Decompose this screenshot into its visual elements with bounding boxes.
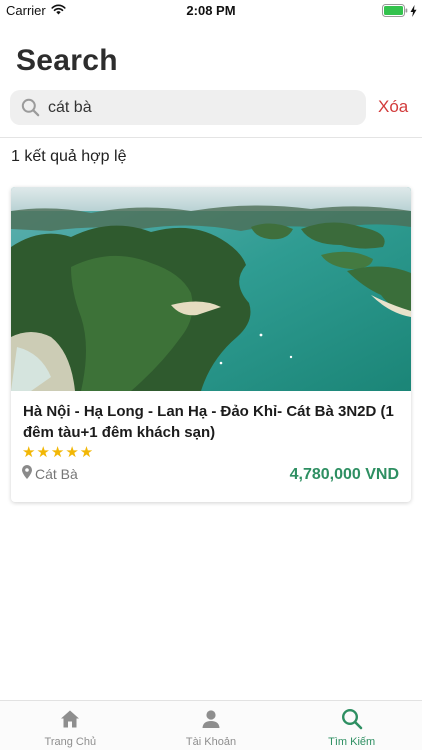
page-title: Search — [16, 44, 118, 77]
home-icon — [59, 708, 81, 730]
tab-home[interactable]: Trang Chủ — [0, 701, 141, 750]
wifi-icon — [51, 3, 66, 18]
search-icon — [20, 98, 40, 118]
tour-title[interactable]: Hà Nội - Hạ Long - Lan Hạ - Đảo Khỉ- Cát… — [23, 401, 403, 443]
tour-card[interactable]: Hà Nội - Hạ Long - Lan Hạ - Đảo Khỉ- Cát… — [11, 187, 411, 502]
carrier-info: Carrier — [6, 3, 66, 18]
tab-account-label: Tài Khoản — [185, 736, 237, 748]
result-count: 1 kết quả hợp lệ — [11, 148, 127, 165]
clear-button[interactable]: Xóa — [378, 97, 408, 117]
tour-location: Cát Bà — [22, 465, 78, 482]
tour-price: 4,780,000 VND — [289, 466, 399, 483]
carrier-label: Carrier — [6, 3, 46, 18]
location-label: Cát Bà — [35, 465, 78, 482]
tab-bar: Trang Chủ Tài Khoản Tìm Kiếm — [0, 700, 422, 750]
location-pin-icon — [22, 465, 32, 482]
search-bar[interactable] — [10, 90, 366, 125]
rating-stars: ★★★★★ — [22, 444, 95, 461]
charging-bolt-icon — [410, 4, 417, 22]
tab-search[interactable]: Tìm Kiếm — [281, 701, 422, 750]
tour-image — [11, 187, 411, 391]
tab-home-label: Trang Chủ — [44, 736, 97, 748]
battery-indicator — [382, 4, 417, 22]
user-icon — [200, 708, 222, 730]
tab-account[interactable]: Tài Khoản — [141, 701, 282, 750]
search-icon — [341, 708, 363, 730]
battery-icon — [382, 4, 408, 22]
divider — [0, 137, 422, 138]
status-bar: Carrier 2:08 PM — [0, 0, 422, 22]
tab-search-label: Tìm Kiếm — [328, 736, 376, 748]
search-input[interactable] — [48, 98, 348, 117]
